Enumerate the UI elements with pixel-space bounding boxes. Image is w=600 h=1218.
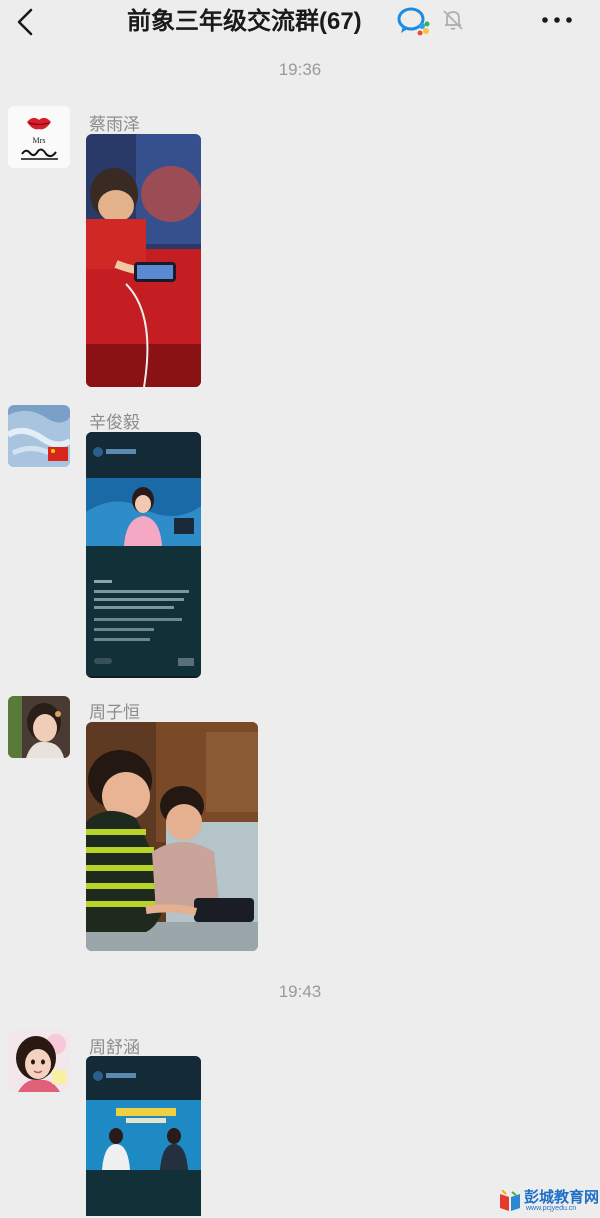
timestamp: 19:43 [278, 982, 322, 1001]
photo-message[interactable] [86, 134, 201, 387]
photo-message[interactable] [86, 722, 258, 951]
site-watermark: 彭城教育网 www.pcjyedu.cn [498, 1186, 600, 1216]
avatar[interactable] [8, 405, 70, 467]
sender-name: 周舒涵 [89, 1038, 140, 1057]
bell-muted-icon [441, 8, 465, 32]
chat-bubble-icon[interactable] [396, 6, 430, 36]
photo-message[interactable] [86, 1056, 201, 1216]
photo-message[interactable] [86, 432, 201, 678]
watermark-text: 彭城教育网 [524, 1189, 600, 1206]
chat-title: 前象三年级交流群(67) [127, 8, 362, 35]
top-bar: 前象三年级交流群(67) [0, 0, 600, 44]
avatar[interactable]: Mrs [8, 106, 70, 168]
avatar-text: Mrs [33, 136, 46, 145]
avatar[interactable] [8, 696, 70, 758]
chevron-left-icon[interactable] [14, 8, 36, 36]
timestamp: 19:36 [278, 60, 322, 79]
book-logo-icon [498, 1189, 522, 1212]
more-dots-icon[interactable] [540, 12, 574, 28]
sender-name: 辛俊毅 [89, 413, 140, 432]
sender-name: 周子恒 [89, 703, 140, 722]
avatar[interactable] [8, 1030, 70, 1092]
watermark-url: www.pcjyedu.cn [526, 1205, 577, 1212]
sender-name: 蔡雨泽 [89, 115, 140, 134]
